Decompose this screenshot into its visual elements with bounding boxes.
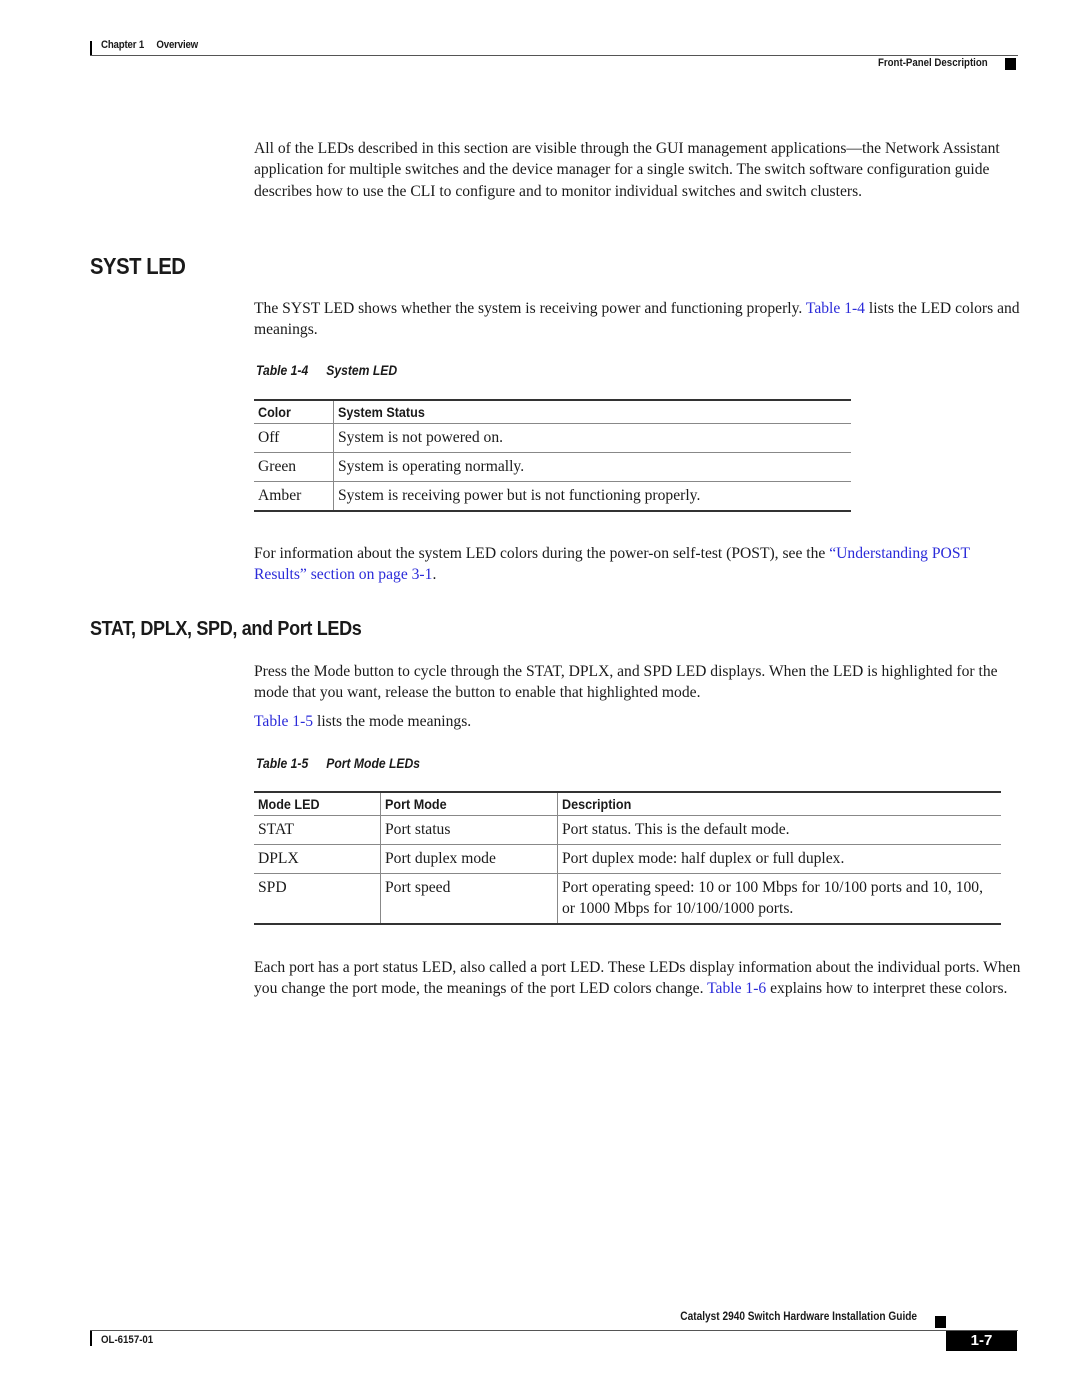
cell-port-mode: Port speed — [380, 873, 558, 925]
cell-description: Port status. This is the default mode. — [557, 815, 1001, 845]
port-mode-leds-table: Mode LED Port Mode Description STAT Port… — [254, 791, 1001, 925]
table-caption-system-led: Table 1-4 System LED — [256, 363, 397, 378]
cell-color: Amber — [254, 481, 334, 512]
footer-marker-block — [935, 1316, 946, 1328]
column-header-system-status: System Status — [333, 399, 851, 424]
table-row: Off System is not powered on. — [254, 423, 851, 453]
cell-description: Port duplex mode: half duplex or full du… — [557, 844, 1001, 874]
footer-guide-title: Catalyst 2940 Switch Hardware Installati… — [680, 1311, 917, 1323]
mode-button-paragraph: Press the Mode button to cycle through t… — [254, 663, 998, 702]
page-number-badge: 1-7 — [946, 1331, 1017, 1351]
table-title: System LED — [326, 363, 398, 378]
header-rule — [90, 55, 1018, 56]
syst-led-text: The SYST LED shows whether the system is… — [254, 300, 806, 317]
header-left-bar — [90, 41, 92, 56]
table-header-row: Mode LED Port Mode Description — [254, 791, 1001, 816]
post-paragraph: For information about the system LED col… — [254, 543, 1024, 586]
port-status-led-paragraph: Each port has a port status LED, also ca… — [254, 957, 1024, 1000]
cell-status: System is operating normally. — [333, 452, 851, 482]
cell-port-mode: Port duplex mode — [380, 844, 558, 874]
cell-mode-led: SPD — [254, 873, 381, 925]
table-row: Amber System is receiving power but is n… — [254, 481, 851, 512]
table-row: Green System is operating normally. — [254, 452, 851, 482]
cell-color: Off — [254, 423, 334, 453]
table-1-5-reference-paragraph: Table 1-5 lists the mode meanings. — [254, 711, 1024, 732]
table-row: STAT Port status Port status. This is th… — [254, 815, 1001, 845]
cell-description: Port operating speed: 10 or 100 Mbps for… — [557, 873, 1001, 925]
port-status-text-end: explains how to interpret these colors. — [766, 980, 1008, 998]
post-text-end: . — [432, 566, 437, 584]
section-heading-port-leds: STAT, DPLX, SPD, and Port LEDs — [90, 617, 362, 640]
table-1-6-link[interactable]: Table 1-6 — [707, 980, 766, 997]
table-1-5-link[interactable]: Table 1-5 — [254, 713, 313, 730]
column-header-color: Color — [254, 399, 334, 424]
column-header-port-mode: Port Mode — [380, 791, 558, 816]
table-number: Table 1-4 — [256, 363, 309, 378]
post-text: For information about the system LED col… — [254, 545, 830, 562]
syst-led-paragraph: The SYST LED shows whether the system is… — [254, 298, 1024, 341]
footer-left-bar — [90, 1331, 92, 1346]
footer-rule — [90, 1330, 1018, 1331]
running-header-section: Front-Panel Description — [878, 57, 988, 69]
header-marker-block — [1005, 58, 1016, 70]
table-caption-port-mode-leds: Table 1-5 Port Mode LEDs — [256, 756, 420, 771]
column-header-description: Description — [557, 791, 1001, 816]
cell-mode-led: STAT — [254, 815, 381, 845]
table-header-row: Color System Status — [254, 399, 851, 424]
footer-doc-number: OL-6157-01 — [101, 1334, 154, 1346]
mode-meanings-text: lists the mode meanings. — [313, 713, 472, 730]
table-1-4-link[interactable]: Table 1-4 — [806, 300, 865, 317]
section-heading-syst-led: SYST LED — [90, 253, 186, 279]
system-led-table: Color System Status Off System is not po… — [254, 399, 851, 512]
chapter-title: Overview — [156, 39, 199, 51]
cell-port-mode: Port status — [380, 815, 558, 845]
chapter-label: Chapter 1 — [101, 39, 145, 51]
table-number: Table 1-5 — [256, 756, 309, 771]
running-header-chapter: Chapter 1 Overview — [101, 39, 198, 51]
cell-status: System is receiving power but is not fun… — [333, 481, 851, 512]
table-title: Port Mode LEDs — [326, 756, 421, 771]
table-row: DPLX Port duplex mode Port duplex mode: … — [254, 844, 1001, 874]
column-header-mode-led: Mode LED — [254, 791, 381, 816]
cell-color: Green — [254, 452, 334, 482]
cell-mode-led: DPLX — [254, 844, 381, 874]
intro-paragraph: All of the LEDs described in this sectio… — [254, 140, 1000, 200]
cell-status: System is not powered on. — [333, 423, 851, 453]
table-row: SPD Port speed Port operating speed: 10 … — [254, 873, 1001, 925]
